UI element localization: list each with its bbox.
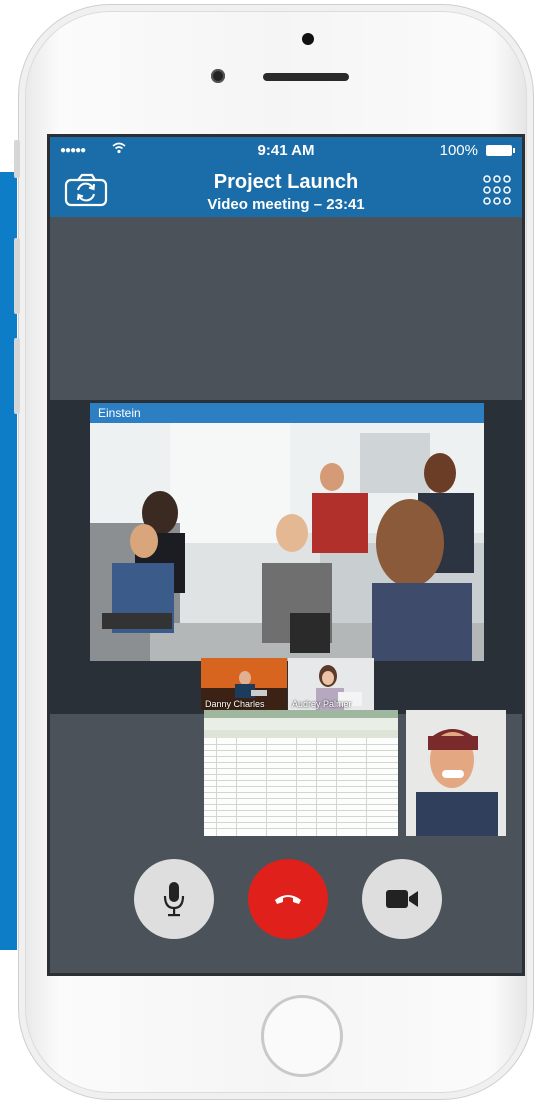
volume-up-button [14, 238, 20, 314]
spreadsheet-share-image [204, 710, 398, 836]
meeting-subtitle: Video meeting – 23:41 [207, 196, 365, 213]
mute-button[interactable] [134, 859, 214, 939]
participant-thumbnail[interactable] [406, 710, 506, 836]
video-camera-icon [386, 890, 418, 908]
call-header: Project Launch Video meeting – 23:41 [50, 163, 522, 217]
participant-thumbnail[interactable]: Audrey Palmer [288, 658, 374, 710]
participant-thumbnail[interactable]: Danny Charles [201, 658, 287, 710]
participant-name: Audrey Palmer [292, 699, 352, 709]
main-participant-video[interactable] [90, 423, 484, 661]
battery-percent: 100% [439, 142, 478, 159]
meeting-title: Project Launch [213, 171, 359, 193]
participant-video-image [406, 710, 506, 836]
microphone-icon [163, 882, 185, 917]
meeting-room-image [90, 423, 484, 661]
home-button[interactable] [261, 995, 343, 1077]
silent-switch [14, 140, 20, 178]
hang-up-icon [275, 895, 301, 904]
video-toggle-button[interactable] [362, 859, 442, 939]
main-participant-label: Einstein [90, 403, 484, 423]
status-bar: ●●●●● 9:41 AM 100% [50, 137, 522, 163]
dialpad-grid-icon[interactable] [482, 173, 512, 207]
phone-screen: ●●●●● 9:41 AM 100% Project Launch Video … [47, 134, 525, 976]
earpiece-speaker [263, 73, 349, 81]
participant-name: Danny Charles [205, 699, 265, 709]
battery-icon [486, 145, 515, 156]
volume-down-button [14, 338, 20, 414]
front-camera [211, 69, 225, 83]
front-sensor [302, 33, 314, 45]
screen-share-thumbnail[interactable] [204, 710, 398, 836]
end-call-button[interactable] [248, 859, 328, 939]
